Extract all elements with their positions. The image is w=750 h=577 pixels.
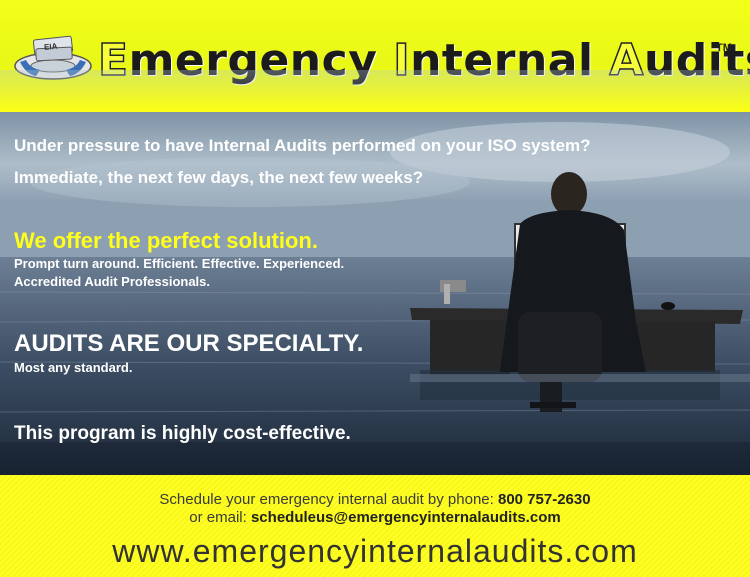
specialty-subtext: Most any standard.	[14, 360, 133, 375]
title-word-segment: nternal	[410, 35, 610, 86]
title-word-segment: udits	[643, 35, 750, 86]
question-line-2: Immediate, the next few days, the next f…	[14, 168, 424, 187]
phone-prefix: Schedule your emergency internal audit b…	[159, 491, 498, 508]
hero-section: Under pressure to have Internal Audits p…	[0, 112, 750, 475]
site-title: Emergency Internal Audits	[97, 35, 750, 87]
title-word-segment: mergency	[128, 35, 394, 86]
header-banner: EIA Emergency Internal Audits TM	[0, 0, 750, 112]
title-initial-letter: I	[392, 35, 411, 87]
trademark-mark: TM	[716, 42, 732, 54]
solution-heading: We offer the perfect solution.	[14, 228, 318, 253]
specialty-heading: AUDITS ARE OUR SPECIALTY.	[14, 330, 364, 357]
email-link[interactable]: scheduleus@emergencyinternalaudits.com	[251, 509, 561, 526]
phone-line: Schedule your emergency internal audit b…	[0, 491, 750, 508]
title-initial-letter: A	[609, 35, 645, 87]
title-initial-letter: E	[97, 35, 129, 87]
cost-effective-line: This program is highly cost-effective.	[14, 423, 351, 444]
solution-line-2: Accredited Audit Professionals.	[14, 274, 211, 289]
life-preserver-logo-icon: EIA	[14, 35, 92, 80]
ad-page: EIA Emergency Internal Audits TM	[0, 0, 750, 577]
email-prefix: or email:	[189, 509, 251, 526]
ocean-desk-photo	[0, 112, 750, 475]
solution-line-1: Prompt turn around. Efficient. Effective…	[14, 256, 345, 271]
email-line: or email: scheduleus@emergencyinternalau…	[0, 509, 750, 526]
website-link[interactable]: www.emergencyinternalaudits.com	[0, 533, 750, 570]
logo-text: EIA	[44, 42, 58, 52]
footer-contact: Schedule your emergency internal audit b…	[0, 475, 750, 577]
question-line-1: Under pressure to have Internal Audits p…	[14, 136, 591, 155]
phone-number[interactable]: 800 757-2630	[498, 491, 591, 508]
